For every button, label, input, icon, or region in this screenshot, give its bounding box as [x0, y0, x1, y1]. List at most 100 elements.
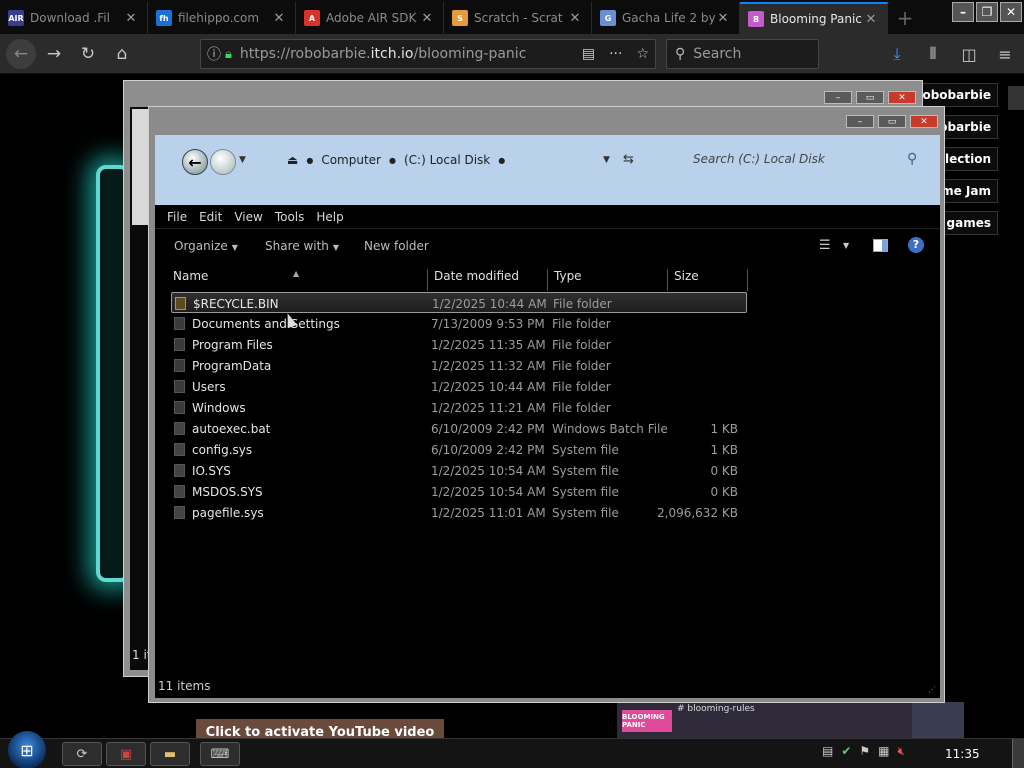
new-folder-button[interactable]: New folder: [364, 239, 429, 253]
close-tab-icon[interactable]: ✕: [123, 11, 139, 26]
chevron-down-icon[interactable]: ▼: [843, 241, 849, 250]
recent-pages-dropdown-icon[interactable]: ▼: [239, 155, 246, 165]
close-icon[interactable]: ✕: [888, 91, 916, 104]
youtube-embed[interactable]: Click to activate YouTube video: [196, 719, 444, 739]
reload-button[interactable]: ↻: [72, 38, 104, 70]
url-bar[interactable]: ⓘ 🔒︎ https://robobarbie. itch.io/blooming…: [200, 39, 656, 69]
close-icon[interactable]: ✕: [910, 115, 938, 128]
breadcrumb-computer[interactable]: Computer: [321, 153, 381, 167]
column-type[interactable]: Type: [554, 269, 582, 283]
tray-app-icon[interactable]: ▤: [822, 744, 833, 759]
file-row[interactable]: pagefile.sys 1/2/2025 11:01 AM System file…: [171, 502, 747, 523]
address-dropdown-icon[interactable]: ▼: [603, 155, 610, 165]
file-row[interactable]: IO.SYS 1/2/2025 10:54 AM System file 0 KB: [171, 460, 747, 481]
file-row[interactable]: Documents and Settings 7/13/2009 9:53 PM F…: [171, 313, 747, 334]
page-scrollbar[interactable]: [1008, 86, 1024, 110]
file-row[interactable]: $RECYCLE.BIN 1/2/2025 10:44 AM File folder: [171, 292, 747, 313]
bookmark-star-icon[interactable]: ☆: [636, 46, 649, 62]
organize-button[interactable]: Organize ▼: [174, 239, 238, 253]
forward-button[interactable]: [210, 149, 236, 175]
resize-grip-icon[interactable]: ⋰: [928, 685, 936, 694]
menu-help[interactable]: Help: [310, 207, 349, 228]
minimize-icon[interactable]: –: [952, 2, 974, 22]
action-center-flag-icon[interactable]: ⚑: [859, 744, 870, 759]
breadcrumb-separator[interactable]: ●: [389, 156, 396, 165]
taskbar-app-1[interactable]: ⟳: [62, 742, 102, 766]
minimize-icon[interactable]: –: [824, 91, 852, 104]
sort-ascending-icon: ▲: [293, 269, 300, 278]
clock[interactable]: 11:35: [945, 747, 980, 761]
column-size[interactable]: Size: [674, 269, 699, 283]
file-row[interactable]: MSDOS.SYS 1/2/2025 10:54 AM System file 0 K…: [171, 481, 747, 502]
column-date-modified[interactable]: Date modified: [434, 269, 519, 283]
maximize-icon[interactable]: ❐: [976, 2, 998, 22]
breadcrumb-separator[interactable]: ●: [306, 156, 313, 165]
start-button[interactable]: ⊞: [8, 731, 46, 768]
close-tab-icon[interactable]: ✕: [567, 11, 583, 26]
menu-icon[interactable]: ≡: [990, 38, 1020, 70]
page-actions-icon[interactable]: ···: [609, 46, 622, 62]
menu-view[interactable]: View: [228, 207, 268, 228]
file-row[interactable]: Program Files 1/2/2025 11:35 AM File folde…: [171, 334, 747, 355]
browser-tab[interactable]: A Adobe AIR SDK ✕: [296, 2, 444, 34]
explorer-search-input[interactable]: Search (C:) Local Disk: [693, 152, 825, 166]
browser-tab[interactable]: G Gacha Life 2 by ✕: [592, 2, 740, 34]
column-divider[interactable]: [747, 269, 748, 291]
menu-tools[interactable]: Tools: [269, 207, 311, 228]
search-icon[interactable]: ⚲: [907, 151, 917, 167]
file-row[interactable]: Windows 1/2/2025 11:21 AM File folder: [171, 397, 747, 418]
new-tab-button[interactable]: +: [888, 2, 922, 34]
browser-tab[interactable]: B Blooming Panic ✕: [740, 2, 888, 34]
view-options-icon[interactable]: ☰: [819, 238, 831, 253]
network-icon[interactable]: ▦: [878, 744, 889, 759]
column-divider[interactable]: [427, 269, 428, 291]
help-icon[interactable]: ?: [908, 237, 924, 253]
search-input[interactable]: ⚲ Search: [666, 39, 819, 69]
menu-file[interactable]: File: [155, 207, 193, 228]
library-icon[interactable]: ⫴: [918, 38, 948, 70]
close-icon[interactable]: ✕: [1000, 2, 1022, 22]
close-tab-icon[interactable]: ✕: [863, 12, 879, 27]
back-button[interactable]: ←: [182, 149, 208, 175]
forward-button[interactable]: →: [38, 38, 70, 70]
back-button[interactable]: ←: [6, 38, 36, 69]
home-button[interactable]: ⌂: [106, 38, 138, 70]
itch-side-link[interactable]: by robobarbie: [920, 83, 998, 107]
show-desktop-button[interactable]: [1012, 739, 1024, 768]
downloads-icon[interactable]: ⤓: [882, 38, 912, 70]
browser-tab[interactable]: AIR Download .Fil ✕: [0, 2, 148, 34]
file-row[interactable]: autoexec.bat 6/10/2009 2:42 PM Windows Bat…: [171, 418, 747, 439]
reader-view-icon[interactable]: ▤: [582, 46, 595, 62]
breadcrumb-local-disk[interactable]: (C:) Local Disk: [404, 153, 490, 167]
column-divider[interactable]: [667, 269, 668, 291]
refresh-icon[interactable]: ⇆: [623, 152, 634, 167]
taskbar-explorer[interactable]: ▬: [150, 742, 190, 766]
menu-edit[interactable]: Edit: [193, 207, 228, 228]
file-row[interactable]: config.sys 6/10/2009 2:42 PM System file 1 …: [171, 439, 747, 460]
taskbar-app-2[interactable]: ▣: [106, 742, 146, 766]
breadcrumb[interactable]: ⏏ ● Computer ● (C:) Local Disk ●: [287, 153, 505, 167]
column-name[interactable]: Name: [173, 269, 208, 283]
close-tab-icon[interactable]: ✕: [419, 11, 435, 26]
info-icon[interactable]: ⓘ: [207, 44, 221, 64]
taskbar-app-3[interactable]: ⌨: [200, 742, 240, 766]
close-tab-icon[interactable]: ✕: [271, 11, 287, 26]
share-with-button[interactable]: Share with ▼: [265, 239, 339, 253]
close-tab-icon[interactable]: ✕: [715, 11, 731, 26]
tray-security-icon[interactable]: ✔: [841, 744, 851, 759]
file-row[interactable]: Users 1/2/2025 10:44 AM File folder: [171, 376, 747, 397]
maximize-icon[interactable]: ▭: [856, 91, 884, 104]
minimize-icon[interactable]: –: [846, 115, 874, 128]
discord-widget[interactable]: BLOOMING PANIC # blooming-rules: [617, 702, 964, 739]
file-row[interactable]: ProgramData 1/2/2025 11:32 AM File folder: [171, 355, 747, 376]
browser-tab[interactable]: fh filehippo.com ✕: [148, 2, 296, 34]
volume-muted-icon[interactable]: 🔇︎: [898, 744, 906, 759]
column-divider[interactable]: [547, 269, 548, 291]
explorer-window[interactable]: – ▭ ✕ ← ▼ ⏏ ● Computer ● (C:) Local Disk…: [148, 106, 945, 703]
breadcrumb-separator[interactable]: ●: [498, 156, 505, 165]
sidebar-icon[interactable]: ◫: [954, 38, 984, 70]
preview-pane-icon[interactable]: [873, 239, 888, 252]
maximize-icon[interactable]: ▭: [878, 115, 906, 128]
itch-side-link-label: by robobarbie: [920, 88, 991, 102]
browser-tab[interactable]: S Scratch - Scrat ✕: [444, 2, 592, 34]
